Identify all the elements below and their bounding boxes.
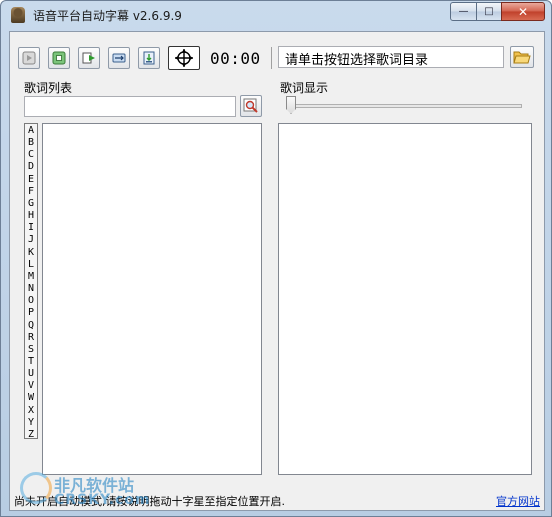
lyrics-position-slider[interactable]	[286, 96, 522, 118]
play-icon	[82, 52, 95, 64]
export-icon	[143, 51, 155, 65]
stop-button[interactable]	[48, 47, 70, 69]
status-bar: 尚未开启自动模式,请按说明拖动十字星至指定位置开启. 官方网站	[14, 492, 540, 510]
previous-button[interactable]	[18, 47, 40, 69]
app-window: 语音平台自动字幕 v2.6.9.9 — □ ✕ 00:00 请单击按钮选择歌词目…	[0, 0, 552, 517]
toolbar-separator	[270, 47, 272, 69]
maximize-button[interactable]: □	[476, 2, 502, 21]
play-button[interactable]	[78, 47, 100, 69]
previous-icon	[22, 51, 36, 65]
alpha-letter-c[interactable]: C	[28, 149, 34, 161]
alpha-letter-y[interactable]: Y	[28, 417, 34, 429]
alpha-letter-f[interactable]: F	[28, 186, 34, 198]
alpha-letter-l[interactable]: L	[28, 259, 34, 271]
alpha-letter-g[interactable]: G	[28, 198, 34, 210]
official-website-link[interactable]: 官方网站	[496, 493, 540, 509]
alpha-letter-z[interactable]: Z	[28, 429, 34, 441]
alpha-letter-b[interactable]: B	[28, 137, 34, 149]
close-button[interactable]: ✕	[501, 2, 545, 21]
alpha-letter-v[interactable]: V	[28, 380, 34, 392]
lyrics-list[interactable]	[42, 123, 262, 475]
close-icon: ✕	[517, 4, 529, 19]
alpha-letter-x[interactable]: X	[28, 405, 34, 417]
alpha-letter-n[interactable]: N	[28, 283, 34, 295]
loop-icon	[112, 53, 126, 63]
alpha-letter-i[interactable]: I	[28, 222, 34, 234]
slider-track[interactable]	[286, 104, 522, 108]
alpha-letter-d[interactable]: D	[28, 161, 34, 173]
alpha-letter-s[interactable]: S	[28, 344, 34, 356]
crosshair-icon	[175, 49, 193, 67]
folder-open-icon	[513, 51, 531, 64]
alpha-letter-q[interactable]: Q	[28, 320, 34, 332]
alpha-letter-m[interactable]: M	[28, 271, 34, 283]
minimize-button[interactable]: —	[450, 2, 477, 21]
status-message: 尚未开启自动模式,请按说明拖动十字星至指定位置开启.	[14, 495, 285, 508]
time-display: 00:00	[210, 48, 261, 68]
alpha-letter-k[interactable]: K	[28, 247, 34, 259]
window-title: 语音平台自动字幕 v2.6.9.9	[33, 8, 182, 23]
alpha-letter-t[interactable]: T	[28, 356, 34, 368]
lyrics-display-label: 歌词显示	[280, 81, 329, 95]
lyrics-list-label: 歌词列表	[24, 81, 73, 95]
alphabet-index: A B C D E F G H I J K L M N O P Q R S T …	[24, 123, 38, 441]
export-button[interactable]	[138, 47, 160, 69]
alpha-letter-e[interactable]: E	[28, 174, 34, 186]
search-button[interactable]	[240, 95, 262, 117]
alpha-letter-a[interactable]: A	[28, 125, 34, 137]
alpha-letter-h[interactable]: H	[28, 210, 34, 222]
title-bar[interactable]: 语音平台自动字幕 v2.6.9.9 — □ ✕	[1, 1, 551, 29]
stop-icon	[52, 51, 66, 65]
app-icon[interactable]	[11, 7, 25, 23]
alpha-letter-u[interactable]: U	[28, 368, 34, 380]
alpha-letter-p[interactable]: P	[28, 307, 34, 319]
toolbar: 00:00	[18, 44, 276, 72]
maximize-icon: □	[484, 6, 494, 17]
browse-folder-button[interactable]	[510, 46, 534, 68]
window-controls: — □ ✕	[450, 2, 545, 21]
lyrics-display[interactable]	[278, 123, 532, 475]
loop-button[interactable]	[108, 47, 130, 69]
minimize-icon: —	[458, 6, 469, 17]
alpha-letter-j[interactable]: J	[28, 234, 34, 246]
lyrics-directory-field[interactable]: 请单击按钮选择歌词目录	[278, 46, 504, 68]
slider-thumb[interactable]	[286, 96, 296, 114]
alpha-letter-r[interactable]: R	[28, 332, 34, 344]
lyrics-search-input[interactable]	[24, 96, 236, 117]
crosshair-button[interactable]	[168, 46, 200, 70]
client-area: 00:00 请单击按钮选择歌词目录 歌词列表 歌词显示 A B C D E F …	[9, 31, 545, 511]
search-icon	[243, 98, 258, 113]
alpha-letter-w[interactable]: W	[28, 392, 34, 404]
alpha-letter-o[interactable]: O	[28, 295, 34, 307]
